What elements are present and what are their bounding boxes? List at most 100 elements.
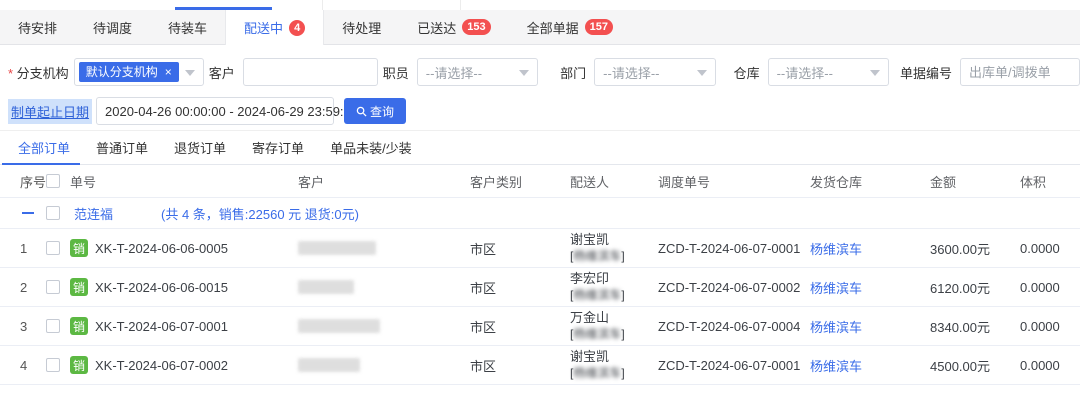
staff-select[interactable]: --请选择-- bbox=[417, 58, 538, 86]
collapse-group-icon[interactable] bbox=[22, 212, 34, 214]
customer-type-cell: 市区 bbox=[470, 356, 570, 375]
table-row[interactable]: 2销XK-T-2024-06-06-0015市区李宏印[杨维滨车]ZCD-T-2… bbox=[0, 268, 1080, 307]
status-tab-配送中[interactable]: 配送中4 bbox=[225, 10, 324, 45]
column-header-发货仓库: 发货仓库 bbox=[810, 172, 922, 191]
row-seq: 2 bbox=[16, 280, 46, 295]
row-checkbox[interactable] bbox=[46, 280, 60, 294]
doc-no-cell: 销 XK-T-2024-06-06-0005 bbox=[70, 239, 298, 257]
top-nav-divider bbox=[322, 0, 323, 10]
group-checkbox[interactable] bbox=[46, 206, 60, 220]
warehouse-select[interactable]: --请选择-- bbox=[768, 58, 889, 86]
row-checkbox[interactable] bbox=[46, 358, 60, 372]
warehouse-link[interactable]: 杨维滨车 bbox=[810, 317, 922, 336]
customer-cell bbox=[298, 280, 470, 294]
amount-cell: 6120.00元 bbox=[922, 278, 1010, 297]
chevron-down-icon bbox=[697, 70, 707, 76]
customer-cell bbox=[298, 319, 470, 333]
vehicle-name-redacted: 杨维滨车 bbox=[573, 288, 621, 302]
deliverer-name: 万金山 bbox=[570, 310, 658, 326]
warehouse-link[interactable]: 杨维滨车 bbox=[810, 278, 922, 297]
department-label: 部门 bbox=[560, 63, 586, 82]
customer-name-redacted bbox=[298, 280, 354, 294]
vehicle-name-redacted: 杨维滨车 bbox=[573, 366, 621, 380]
doc-no-link[interactable]: XK-T-2024-06-06-0005 bbox=[95, 241, 228, 256]
date-range-value: 2020-04-26 00:00:00 - 2024-06-29 23:59:5… bbox=[105, 104, 358, 119]
warehouse-link[interactable]: 杨维滨车 bbox=[810, 356, 922, 375]
branch-label: 分支机构 bbox=[8, 63, 69, 82]
table-row[interactable]: 1销XK-T-2024-06-06-0005市区谢宝凯[杨维滨车]ZCD-T-2… bbox=[0, 229, 1080, 268]
row-seq: 4 bbox=[16, 358, 46, 373]
dispatch-no-cell: ZCD-T-2024-06-07-0001 bbox=[658, 241, 810, 256]
deliverer-name: 谢宝凯 bbox=[570, 349, 658, 365]
doc-no-label: 单据编号 bbox=[900, 63, 952, 82]
customer-input[interactable] bbox=[243, 58, 378, 86]
department-select-placeholder: --请选择-- bbox=[603, 63, 659, 82]
customer-name-redacted bbox=[298, 319, 380, 333]
column-header-序号: 序号 bbox=[16, 172, 46, 191]
group-summary: (共 4 条，销售:22560 元 退货:0元) bbox=[161, 204, 359, 223]
order-tab-退货订单[interactable]: 退货订单 bbox=[174, 131, 226, 164]
doc-no-input[interactable] bbox=[960, 58, 1080, 86]
status-tab-已送达[interactable]: 已送达153 bbox=[399, 10, 508, 44]
doc-no-link[interactable]: XK-T-2024-06-07-0002 bbox=[95, 358, 228, 373]
warehouse-link[interactable]: 杨维滨车 bbox=[810, 239, 922, 258]
sale-doc-tag: 销 bbox=[70, 239, 88, 257]
status-tab-待装车[interactable]: 待装车 bbox=[150, 10, 225, 44]
filter-panel: 分支机构 默认分支机构 × 客户 职员 --请选择-- 部门 --请选择-- 仓… bbox=[0, 45, 1080, 131]
row-seq: 3 bbox=[16, 319, 46, 334]
row-checkbox[interactable] bbox=[46, 241, 60, 255]
filter-row-1: 分支机构 默认分支机构 × 客户 职员 --请选择-- 部门 --请选择-- 仓… bbox=[0, 58, 1080, 86]
order-tab-单品未装/少装[interactable]: 单品未装/少装 bbox=[330, 131, 412, 164]
column-header-客户类别: 客户类别 bbox=[470, 172, 570, 191]
chevron-down-icon bbox=[519, 70, 529, 76]
customer-name-redacted bbox=[298, 358, 360, 372]
doc-no-link[interactable]: XK-T-2024-06-07-0001 bbox=[95, 319, 228, 334]
status-tab-label: 待调度 bbox=[93, 18, 132, 37]
branch-selected-tag[interactable]: 默认分支机构 × bbox=[79, 62, 179, 82]
staff-label: 职员 bbox=[383, 63, 409, 82]
branch-multiselect[interactable]: 默认分支机构 × bbox=[74, 58, 204, 86]
top-nav-divider bbox=[460, 0, 461, 10]
order-tab-普通订单[interactable]: 普通订单 bbox=[96, 131, 148, 164]
deliverer-name: 谢宝凯 bbox=[570, 232, 658, 248]
select-all-checkbox[interactable] bbox=[46, 174, 60, 188]
customer-cell bbox=[298, 241, 470, 255]
vehicle-name-redacted: 杨维滨车 bbox=[573, 327, 621, 341]
status-tab-bar: 待安排待调度待装车配送中4待处理已送达153全部单据157 bbox=[0, 10, 1080, 45]
row-checkbox[interactable] bbox=[46, 319, 60, 333]
table-row[interactable]: 3销XK-T-2024-06-07-0001市区万金山[杨维滨车]ZCD-T-2… bbox=[0, 307, 1080, 346]
top-nav-strip bbox=[0, 0, 1080, 10]
remove-tag-icon[interactable]: × bbox=[165, 62, 172, 82]
doc-no-link[interactable]: XK-T-2024-06-06-0015 bbox=[95, 280, 228, 295]
date-range-input[interactable]: 2020-04-26 00:00:00 - 2024-06-29 23:59:5… bbox=[96, 97, 334, 125]
order-tab-寄存订单[interactable]: 寄存订单 bbox=[252, 131, 304, 164]
table-row[interactable]: 4销XK-T-2024-06-07-0002市区谢宝凯[杨维滨车]ZCD-T-2… bbox=[0, 346, 1080, 385]
status-tab-待处理[interactable]: 待处理 bbox=[324, 10, 399, 44]
bracket-close: ] bbox=[621, 249, 624, 263]
status-tab-待调度[interactable]: 待调度 bbox=[75, 10, 150, 44]
query-button-label: 查询 bbox=[370, 103, 394, 120]
deliverer-cell: 万金山[杨维滨车] bbox=[570, 310, 658, 342]
status-tab-全部单据[interactable]: 全部单据157 bbox=[509, 10, 631, 44]
column-header-金额: 金额 bbox=[922, 172, 1010, 191]
customer-type-cell: 市区 bbox=[470, 317, 570, 336]
chevron-down-icon bbox=[185, 70, 195, 76]
bracket-close: ] bbox=[621, 288, 624, 302]
amount-cell: 8340.00元 bbox=[922, 317, 1010, 336]
customer-cell bbox=[298, 358, 470, 372]
warehouse-select-placeholder: --请选择-- bbox=[777, 63, 833, 82]
date-type-selector[interactable]: 制单起止日期 bbox=[8, 99, 92, 124]
dispatch-no-cell: ZCD-T-2024-06-07-0001 bbox=[658, 358, 810, 373]
query-button[interactable]: 查询 bbox=[344, 98, 406, 124]
count-badge: 153 bbox=[462, 19, 490, 35]
sale-doc-tag: 销 bbox=[70, 278, 88, 296]
column-header-配送人: 配送人 bbox=[570, 172, 658, 191]
order-tab-全部订单[interactable]: 全部订单 bbox=[18, 131, 70, 164]
count-badge: 157 bbox=[585, 19, 613, 35]
deliverer-vehicle: [杨维滨车] bbox=[570, 248, 658, 264]
status-tab-待安排[interactable]: 待安排 bbox=[0, 10, 75, 44]
table-body: 1销XK-T-2024-06-06-0005市区谢宝凯[杨维滨车]ZCD-T-2… bbox=[0, 229, 1080, 385]
department-select[interactable]: --请选择-- bbox=[594, 58, 715, 86]
group-name[interactable]: 范连福 bbox=[74, 204, 113, 223]
delivery-management-screen: 待安排待调度待装车配送中4待处理已送达153全部单据157 分支机构 默认分支机… bbox=[0, 0, 1080, 410]
